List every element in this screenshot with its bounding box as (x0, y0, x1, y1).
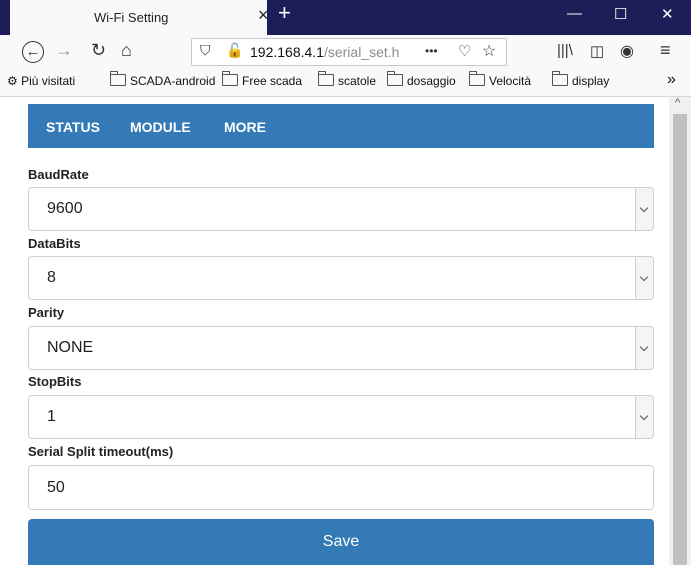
library-icon[interactable]: |||\ (557, 42, 573, 59)
pocket-icon[interactable]: ♡ (458, 42, 471, 60)
forward-arrow-icon[interactable]: → (55, 40, 73, 61)
nav-status[interactable]: STATUS (46, 119, 100, 135)
baudrate-select[interactable]: 9600 (28, 187, 654, 231)
account-icon[interactable]: ◉ (620, 41, 634, 61)
save-button[interactable]: Save (28, 519, 654, 565)
chevron-down-icon[interactable] (635, 188, 653, 230)
bookmark-folder[interactable]: display (552, 71, 609, 88)
top-navigation: STATUS MODULE MORE (28, 104, 654, 148)
window-close-icon[interactable]: ✕ (661, 5, 674, 23)
nav-more[interactable]: MORE (224, 119, 266, 135)
sidebar-icon[interactable]: ◫ (590, 42, 604, 60)
nav-module[interactable]: MODULE (130, 119, 191, 135)
gear-icon: ⚙ (7, 74, 18, 88)
reload-icon[interactable]: ↻ (91, 40, 106, 61)
bookmark-folder[interactable]: dosaggio (387, 71, 456, 88)
new-tab-icon[interactable]: + (278, 0, 291, 26)
folder-icon (110, 71, 126, 86)
back-arrow-icon[interactable]: ← (22, 41, 44, 63)
page-actions-icon[interactable]: ••• (425, 44, 438, 58)
hamburger-menu-icon[interactable]: ≡ (660, 40, 671, 61)
chevron-down-icon[interactable] (635, 396, 653, 438)
url-text[interactable]: 192.168.4.1/serial_set.h (250, 44, 399, 60)
baudrate-label: BaudRate (28, 167, 89, 182)
timeout-input[interactable] (28, 465, 654, 510)
window-titlebar: Wi-Fi Setting × + — ☐ ✕ (0, 0, 691, 35)
folder-icon (318, 71, 334, 86)
stopbits-label: StopBits (28, 374, 82, 389)
bookmark-folder[interactable]: Velocità (469, 71, 531, 88)
databits-select[interactable]: 8 (28, 256, 654, 300)
bookmark-folder[interactable]: SCADA-android (110, 71, 215, 88)
minimize-icon[interactable]: — (567, 5, 582, 22)
folder-icon (469, 71, 485, 86)
folder-icon (387, 71, 403, 86)
bookmark-folder[interactable]: Free scada (222, 71, 302, 88)
bookmarks-overflow-icon[interactable]: » (667, 71, 676, 89)
scroll-thumb[interactable] (673, 114, 687, 565)
shield-icon[interactable]: ⛉ (200, 42, 211, 59)
url-bar[interactable]: ⛉ 🔓 192.168.4.1/serial_set.h ••• ♡ ☆ (191, 38, 507, 66)
timeout-label: Serial Split timeout(ms) (28, 444, 174, 459)
databits-value: 8 (47, 269, 56, 286)
home-icon[interactable]: ⌂ (121, 40, 132, 61)
scroll-up-icon[interactable]: ^ (675, 97, 680, 109)
bookmarks-bar: ⚙ Più visitati SCADA-android Free scada … (0, 68, 691, 97)
maximize-icon[interactable]: ☐ (614, 5, 627, 23)
parity-label: Parity (28, 305, 65, 320)
tab-title: Wi-Fi Setting (94, 10, 169, 25)
insecure-lock-icon[interactable]: 🔓 (226, 42, 243, 59)
stopbits-value: 1 (47, 408, 56, 425)
stopbits-select[interactable]: 1 (28, 395, 654, 439)
bookmark-folder[interactable]: scatole (318, 71, 376, 88)
parity-value: NONE (47, 339, 94, 356)
vertical-scrollbar[interactable]: ^ (669, 97, 691, 565)
chevron-down-icon[interactable] (635, 327, 653, 369)
tab-close-icon[interactable]: × (258, 5, 269, 26)
bookmark-most-visited[interactable]: ⚙ Più visitati (7, 74, 75, 88)
chevron-down-icon[interactable] (635, 257, 653, 299)
baudrate-value: 9600 (47, 200, 83, 217)
folder-icon (222, 71, 238, 86)
star-icon[interactable]: ☆ (482, 41, 496, 61)
folder-icon (552, 71, 568, 86)
browser-tab[interactable]: Wi-Fi Setting × (10, 0, 269, 35)
parity-select[interactable]: NONE (28, 326, 654, 370)
databits-label: DataBits (28, 236, 81, 251)
